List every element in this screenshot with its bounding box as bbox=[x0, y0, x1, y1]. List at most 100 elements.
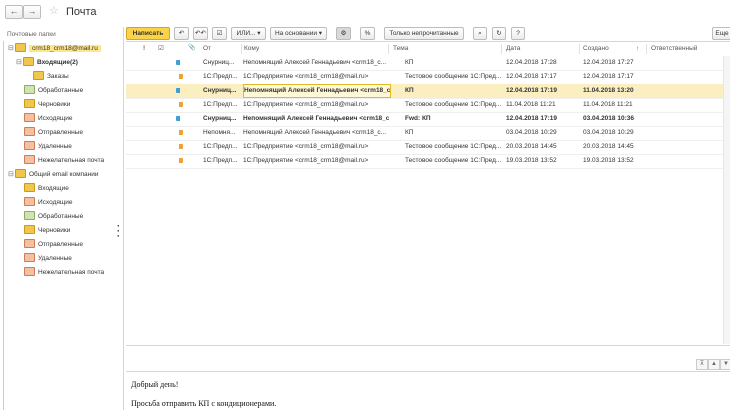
favorite-star-icon[interactable]: ☆ bbox=[49, 4, 59, 17]
based-on-dropdown[interactable]: На основании ▾ bbox=[270, 27, 327, 40]
gear-icon: ⚙ bbox=[340, 30, 347, 37]
date-cell: 12.04.2018 17:19 bbox=[506, 115, 557, 122]
folder-label: Удаленные bbox=[38, 143, 72, 150]
created-cell: 12.04.2018 17:17 bbox=[583, 73, 634, 80]
folder-item[interactable]: Обработанные bbox=[24, 210, 84, 223]
percent-button[interactable]: % bbox=[360, 27, 375, 40]
next-message-button[interactable]: ▼ bbox=[720, 359, 730, 370]
search-icon: ⌕ bbox=[478, 30, 482, 37]
table-row[interactable]: 1С:Предп... 1С:Предприятие <crm18_crm18@m… bbox=[126, 154, 730, 169]
folder-spam-icon bbox=[24, 266, 35, 276]
to-cell: Непомнящий Алексей Геннадьевич <crm18_cr… bbox=[243, 84, 391, 98]
created-cell: 19.03.2018 13:52 bbox=[583, 157, 634, 164]
collapse-preview-button[interactable]: ⊼ bbox=[696, 359, 708, 370]
subject-cell: КП bbox=[405, 129, 414, 136]
folder-item[interactable]: Нежелательная почта bbox=[24, 266, 104, 279]
folder-sent-icon bbox=[24, 238, 35, 248]
created-cell: 12.04.2018 17:27 bbox=[583, 59, 634, 66]
folder-icon bbox=[33, 70, 44, 80]
folder-item[interactable]: Отправленные bbox=[24, 238, 83, 251]
folder-label: Черновики bbox=[38, 101, 71, 108]
date-column-header[interactable]: Дата bbox=[506, 42, 520, 55]
panel-menu-dots-icon[interactable]: · · · bbox=[117, 222, 120, 241]
table-row[interactable]: Снурниц... Непомнящий Алексей Геннадьевич… bbox=[126, 56, 730, 71]
subject-cell: Тестовое сообщение 1С:Пред... bbox=[405, 73, 501, 80]
search-button[interactable]: ⌕ bbox=[473, 27, 487, 40]
from-cell: Непомня... bbox=[203, 129, 236, 136]
attachment-column-icon[interactable]: 📎 bbox=[188, 42, 195, 55]
folder-item[interactable]: Нежелательная почта bbox=[24, 154, 105, 167]
expand-toggle-icon[interactable]: ⊟ bbox=[8, 43, 15, 55]
folder-label: Нежелательная почта bbox=[38, 157, 105, 164]
expand-toggle-icon[interactable]: ⊟ bbox=[16, 57, 23, 69]
table-row[interactable]: Снурниц... Непомнящий Алексей Геннадьевич… bbox=[126, 84, 730, 99]
folder-deleted-icon bbox=[24, 252, 35, 262]
date-cell: 03.04.2018 10:29 bbox=[506, 129, 557, 136]
folder-item[interactable]: Отправленные bbox=[24, 126, 83, 139]
folder-check-icon bbox=[24, 210, 35, 220]
subject-cell: Fwd: КП bbox=[405, 115, 431, 122]
expand-toggle-icon[interactable]: ⊟ bbox=[8, 169, 15, 181]
collapse-icon: ⊼ bbox=[699, 361, 705, 367]
incoming-mail-icon bbox=[176, 88, 183, 93]
folder-icon bbox=[24, 182, 35, 192]
mark-read-button[interactable]: ☑ bbox=[212, 27, 227, 40]
from-cell: Снурниц... bbox=[203, 59, 235, 66]
forward-button[interactable]: → bbox=[23, 5, 41, 19]
settings-button[interactable]: ⚙ bbox=[336, 27, 351, 40]
responsible-column-header[interactable]: Ответственный bbox=[651, 42, 697, 55]
from-column-header[interactable]: От bbox=[203, 42, 211, 55]
incoming-mail-icon bbox=[176, 116, 183, 121]
table-row[interactable]: Непомня... Непомнящий Алексей Геннадьевич… bbox=[126, 126, 730, 141]
mail-folders-panel: Почтовые папки ⊟ crm18_crm18@mail.ru ⊟ Вход… bbox=[0, 27, 124, 410]
grid-scrollbar[interactable] bbox=[723, 56, 730, 344]
back-button[interactable]: ← bbox=[5, 5, 23, 19]
table-row[interactable]: 1С:Предп... 1С:Предприятие <crm18_crm18@m… bbox=[126, 70, 730, 85]
reply-all-button[interactable]: ↶↶ bbox=[193, 27, 208, 40]
folder-item[interactable]: Обработанные bbox=[24, 84, 83, 97]
or-filter-dropdown[interactable]: ИЛИ... ▾ bbox=[231, 27, 266, 40]
to-column-header[interactable]: Кому bbox=[244, 42, 259, 55]
folder-label: Исходящие bbox=[38, 199, 73, 206]
column-separator bbox=[501, 44, 502, 54]
created-column-header[interactable]: Создано bbox=[583, 42, 609, 55]
previous-message-button[interactable]: ▲ bbox=[708, 359, 720, 370]
column-separator bbox=[646, 44, 647, 54]
folder-item[interactable]: Заказы bbox=[33, 70, 69, 83]
table-row[interactable]: 1С:Предп... 1С:Предприятие <crm18_crm18@m… bbox=[126, 98, 730, 113]
read-column-icon[interactable]: ☑ bbox=[158, 42, 164, 55]
folder-item[interactable]: Входящие bbox=[24, 182, 69, 195]
compose-button[interactable]: Написать bbox=[126, 27, 170, 40]
created-cell: 03.04.2018 10:36 bbox=[583, 115, 634, 122]
folder-icon bbox=[15, 42, 26, 52]
folder-item[interactable]: ⊟ Общий email компании bbox=[8, 168, 99, 181]
folder-item[interactable]: ⊟ Входящие(2) bbox=[16, 56, 78, 69]
unread-only-button[interactable]: Только непрочитанные bbox=[384, 27, 464, 40]
folder-item[interactable]: ⊟ crm18_crm18@mail.ru bbox=[8, 42, 101, 55]
panel-divider bbox=[3, 41, 4, 410]
help-button[interactable]: ? bbox=[511, 27, 525, 40]
folder-item[interactable]: Удаленные bbox=[24, 140, 72, 153]
folder-item[interactable]: Исходящие bbox=[24, 112, 72, 125]
reply-button[interactable]: ↶ bbox=[174, 27, 189, 40]
date-cell: 20.03.2018 14:45 bbox=[506, 143, 557, 150]
column-separator bbox=[579, 44, 580, 54]
folder-icon bbox=[15, 168, 26, 178]
refresh-button[interactable]: ↻ bbox=[492, 27, 506, 40]
help-icon: ? bbox=[516, 30, 520, 37]
percent-icon: % bbox=[364, 30, 371, 37]
folder-item[interactable]: Черновики bbox=[24, 224, 70, 237]
folder-item[interactable]: Удаленные bbox=[24, 252, 72, 265]
folder-item[interactable]: Черновики bbox=[24, 98, 71, 111]
preview-body: Просьба отправить КП с кондиционерами. bbox=[131, 399, 277, 408]
folder-label: Обработанные bbox=[38, 213, 84, 220]
table-row[interactable]: 1С:Предп... 1С:Предприятие <crm18_crm18@m… bbox=[126, 140, 730, 155]
more-button[interactable]: Еще bbox=[712, 27, 730, 40]
folder-draft-icon bbox=[24, 98, 35, 108]
folder-label: Отправленные bbox=[38, 129, 83, 136]
folder-item[interactable]: Исходящие bbox=[24, 196, 73, 209]
subject-column-header[interactable]: Тема bbox=[393, 42, 408, 55]
importance-column-icon[interactable]: ! bbox=[143, 42, 145, 55]
table-row[interactable]: Снурниц... Непомнящий Алексей Геннадьевич… bbox=[126, 112, 730, 127]
date-cell: 11.04.2018 11:21 bbox=[506, 101, 556, 108]
